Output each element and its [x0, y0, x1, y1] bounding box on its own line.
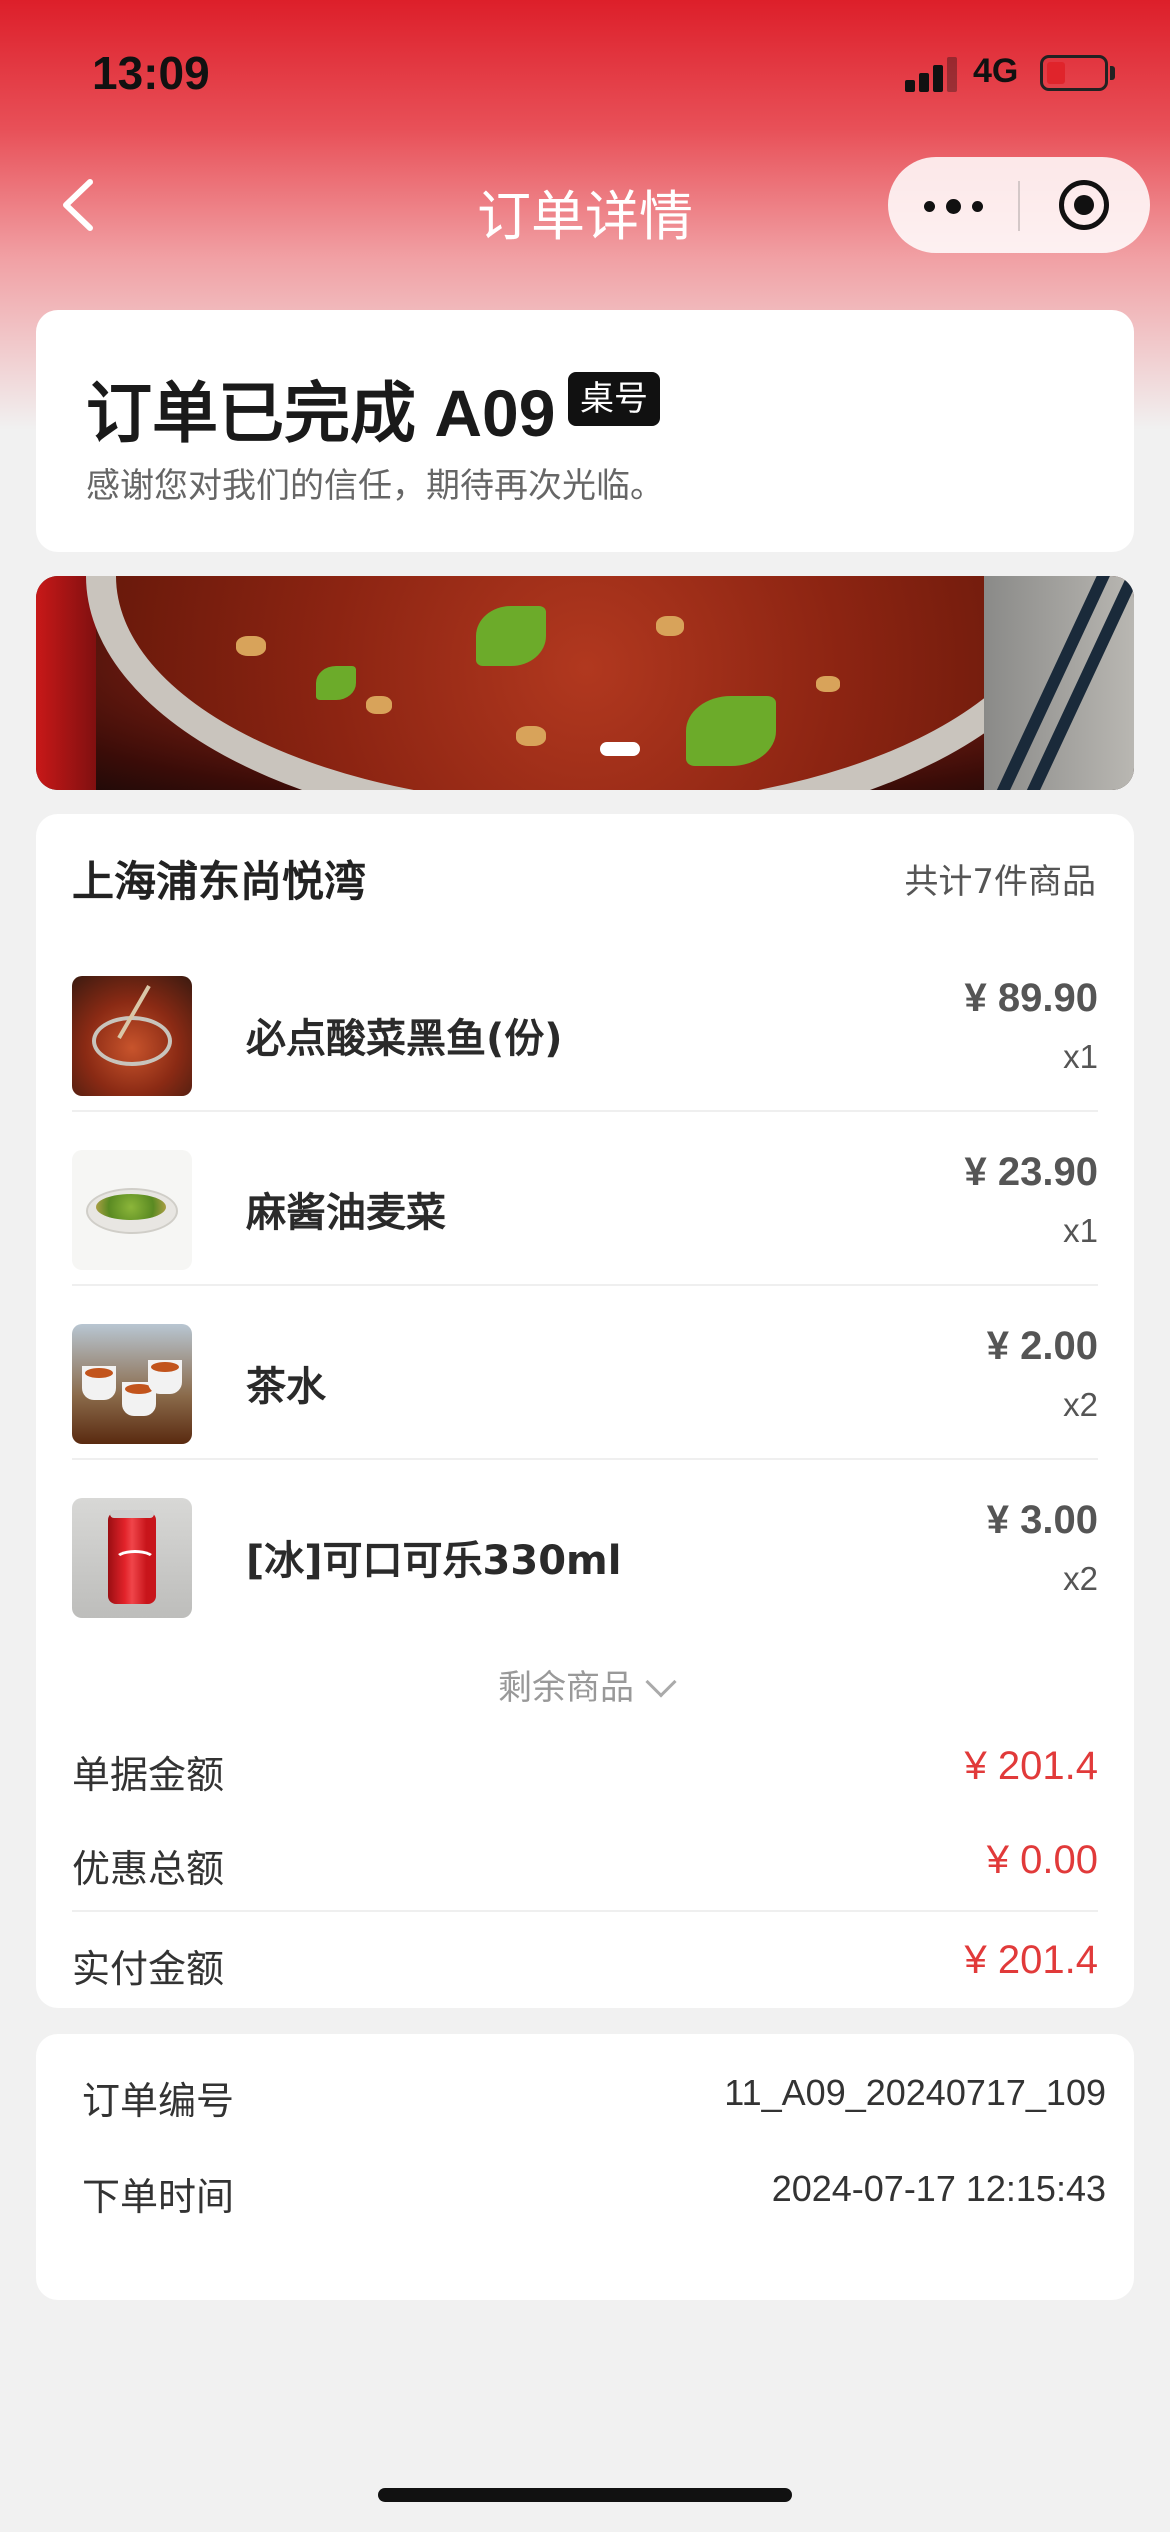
item-image	[72, 976, 192, 1096]
item-quantity: x1	[1063, 1212, 1098, 1249]
item-image	[72, 1150, 192, 1270]
more-items-toggle[interactable]: 剩余商品	[36, 1660, 1134, 1709]
item-name: 茶水	[246, 1364, 326, 1410]
discount-row: 优惠总额 ¥ 0.00	[72, 1838, 1098, 1898]
promo-banner[interactable]	[36, 576, 1134, 790]
paid-amount-label: 实付金额	[72, 1947, 225, 1991]
signal-icon	[905, 56, 959, 92]
item-quantity: x1	[1063, 1038, 1098, 1075]
discount-label: 优惠总额	[72, 1847, 225, 1891]
bill-amount-row: 单据金额 ¥ 201.4	[72, 1744, 1098, 1804]
home-indicator[interactable]	[378, 2488, 792, 2502]
target-circle-icon[interactable]	[1056, 177, 1112, 233]
order-number-row: 订单编号 11_A09_20240717_109	[82, 2070, 1106, 2123]
item-price: ¥ 89.90	[964, 976, 1098, 1020]
list-item[interactable]: [冰]可口可乐330ml ¥ 3.00 x2	[72, 1460, 1098, 1634]
table-number: A09	[434, 376, 556, 450]
order-info-card: 订单编号 11_A09_20240717_109 下单时间 2024-07-17…	[36, 2034, 1134, 2300]
more-dots-icon[interactable]	[916, 177, 992, 233]
list-item[interactable]: 必点酸菜黑鱼(份) ¥ 89.90 x1	[72, 938, 1098, 1112]
item-name: 必点酸菜黑鱼(份)	[246, 1016, 563, 1062]
order-items-card: 上海浦东尚悦湾 共计7件商品 必点酸菜黑鱼(份) ¥ 89.90 x1 麻酱油麦…	[36, 814, 1134, 2008]
table-tag-badge: 桌号	[568, 372, 660, 426]
item-count: 共计7件商品	[904, 862, 1096, 902]
summary-divider	[72, 1910, 1098, 1912]
battery-cap	[1110, 66, 1115, 80]
item-image	[72, 1324, 192, 1444]
capsule-divider	[1018, 181, 1020, 231]
item-price: ¥ 2.00	[986, 1324, 1098, 1368]
list-item[interactable]: 麻酱油麦菜 ¥ 23.90 x1	[72, 1112, 1098, 1286]
order-status-card: 订单已完成 A09 桌号 感谢您对我们的信任，期待再次光临。	[36, 310, 1134, 552]
order-number-label: 订单编号	[82, 2079, 235, 2123]
item-name: [冰]可口可乐330ml	[246, 1538, 622, 1584]
list-item[interactable]: 茶水 ¥ 2.00 x2	[72, 1286, 1098, 1460]
order-status-subtitle: 感谢您对我们的信任，期待再次光临。	[86, 466, 664, 506]
item-price: ¥ 3.00	[986, 1498, 1098, 1542]
carousel-indicator	[600, 742, 640, 756]
status-time: 13:09	[92, 47, 210, 99]
order-status-text: 订单已完成	[86, 376, 416, 450]
item-name: 麻酱油麦菜	[246, 1190, 446, 1236]
order-time-value: 2024-07-17 12:15:43	[771, 2168, 1106, 2209]
item-quantity: x2	[1063, 1386, 1098, 1423]
paid-amount-row: 实付金额 ¥ 201.4	[72, 1938, 1098, 1998]
status-bar: 13:09 4G	[0, 0, 1170, 150]
more-items-label: 剩余商品	[498, 1668, 634, 1708]
item-image	[72, 1498, 192, 1618]
order-time-row: 下单时间 2024-07-17 12:15:43	[82, 2166, 1106, 2219]
discount-value: ¥ 0.00	[986, 1838, 1098, 1882]
store-name: 上海浦东尚悦湾	[72, 857, 367, 906]
network-label: 4G	[973, 52, 1019, 90]
chevron-down-icon	[645, 1666, 677, 1698]
paid-amount-value: ¥ 201.4	[964, 1938, 1098, 1982]
item-price: ¥ 23.90	[964, 1150, 1098, 1194]
mini-program-capsule	[888, 157, 1150, 253]
bill-amount-label: 单据金额	[72, 1753, 225, 1797]
item-quantity: x2	[1063, 1560, 1098, 1597]
battery-icon	[1040, 55, 1108, 91]
order-status-title: 订单已完成 A09	[86, 360, 555, 456]
order-time-label: 下单时间	[82, 2175, 235, 2219]
bill-amount-value: ¥ 201.4	[964, 1744, 1098, 1788]
order-number-value[interactable]: 11_A09_20240717_109	[724, 2072, 1106, 2114]
